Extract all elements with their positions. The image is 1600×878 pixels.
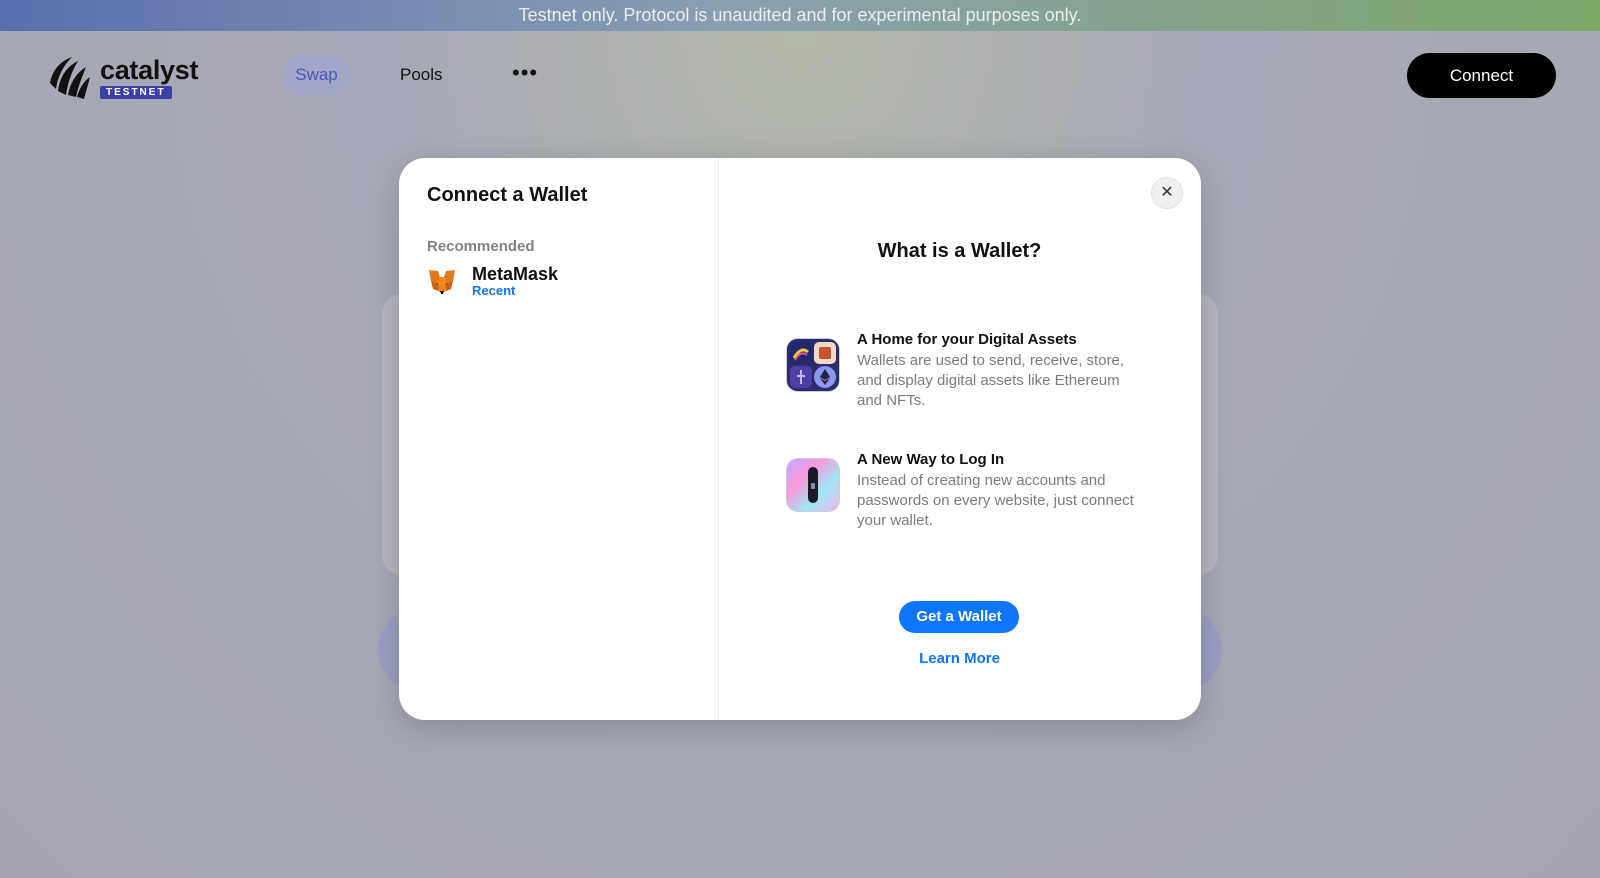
- get-wallet-button[interactable]: Get a Wallet: [899, 601, 1019, 633]
- modal-title: Connect a Wallet: [427, 184, 588, 206]
- nav-pools[interactable]: Pools: [400, 55, 443, 95]
- digital-assets-icon: [786, 338, 840, 392]
- info-item-login: A New Way to Log In Instead of creating …: [786, 450, 1146, 531]
- login-key-icon: [786, 458, 840, 512]
- learn-more-link[interactable]: Learn More: [719, 650, 1200, 667]
- info-heading: A New Way to Log In: [857, 451, 1005, 468]
- logo[interactable]: catalyst TESTNET: [44, 53, 198, 101]
- wallet-recent-tag: Recent: [472, 283, 516, 298]
- testnet-badge: TESTNET: [100, 85, 172, 99]
- nav-more-icon[interactable]: •••: [512, 55, 538, 95]
- info-heading: A Home for your Digital Assets: [857, 331, 1077, 348]
- logo-wordmark: catalyst: [100, 54, 199, 85]
- catalyst-logo-icon: [50, 57, 90, 99]
- close-icon[interactable]: ✕: [1151, 177, 1183, 209]
- nav-swap[interactable]: Swap: [282, 55, 351, 95]
- connect-wallet-modal: Connect a Wallet Recommended MetaMask Re…: [399, 158, 1201, 720]
- info-item-digital-assets: A Home for your Digital Assets Wallets a…: [786, 330, 1146, 411]
- wallet-info-panel: ✕ What is a Wallet? A Home for your Digi…: [719, 158, 1201, 720]
- metamask-fox-icon: [429, 269, 455, 294]
- top-nav: catalyst TESTNET Swap Pools ••• Connect: [0, 31, 1600, 121]
- wallet-option-metamask[interactable]: MetaMask Recent: [427, 265, 690, 298]
- connect-button[interactable]: Connect: [1407, 53, 1556, 98]
- info-title: What is a Wallet?: [877, 240, 1042, 262]
- wallet-name: MetaMask: [472, 264, 559, 284]
- wallet-list-panel: Connect a Wallet Recommended MetaMask Re…: [399, 158, 719, 720]
- info-description: Wallets are used to send, receive, store…: [857, 352, 1125, 409]
- info-description: Instead of creating new accounts and pas…: [857, 472, 1134, 529]
- testnet-banner: Testnet only. Protocol is unaudited and …: [0, 0, 1600, 31]
- recommended-label: Recommended: [427, 238, 535, 255]
